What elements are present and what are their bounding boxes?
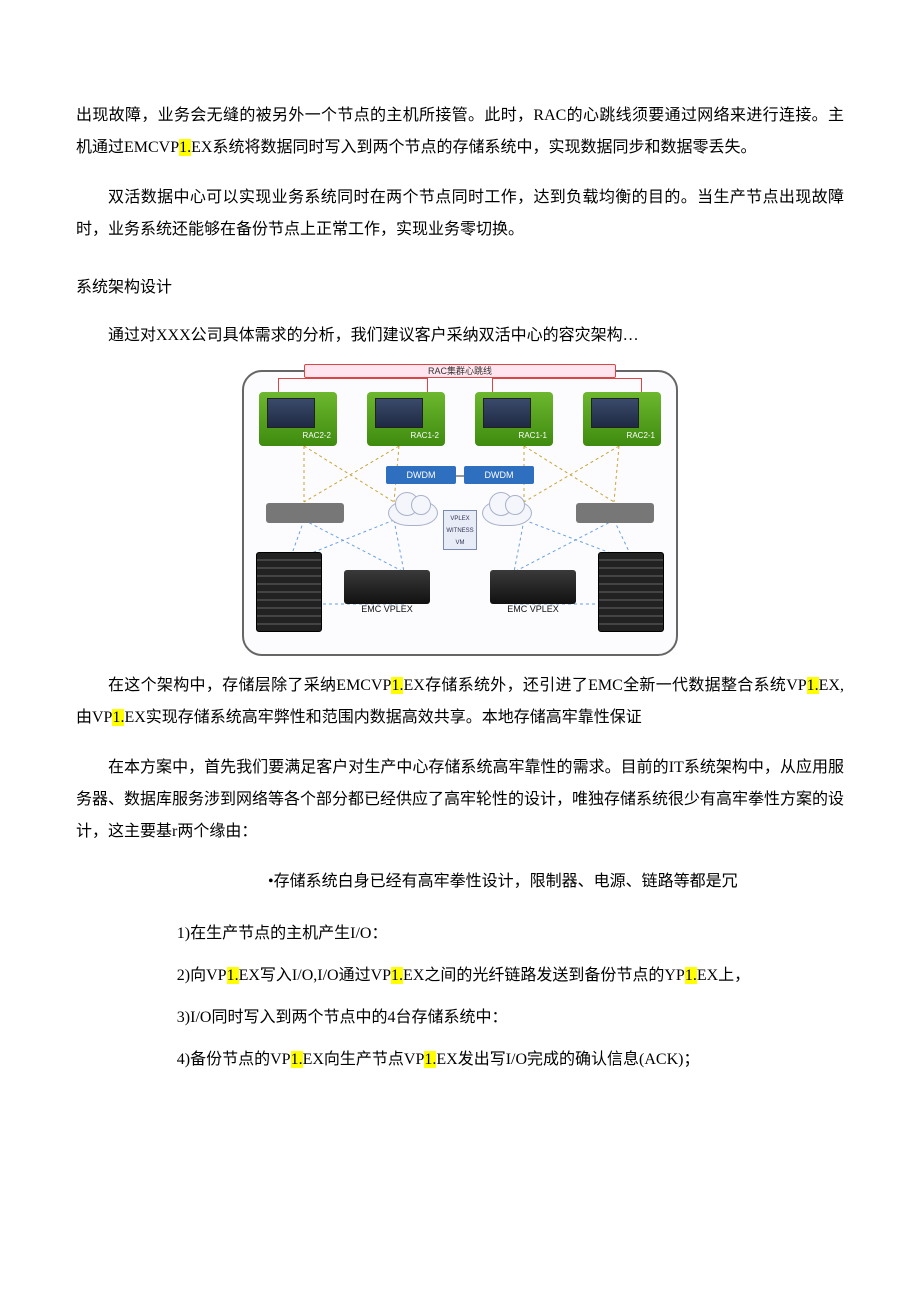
text: EX之间的光纤链路发送到备份节点的YP	[403, 967, 685, 984]
paragraph-4: 在这个架构中，存储层除了采纳EMCVP1.EX存储系统外，还引进了EMC全新一代…	[76, 670, 844, 734]
section-heading: 系统架构设计	[76, 272, 844, 304]
cloud-icon	[482, 500, 532, 526]
text: 4)备份节点的VP	[177, 1051, 291, 1068]
highlight: 1.	[391, 677, 403, 694]
text: 在这个架构中，存储层除了采纳EMCVP	[108, 677, 391, 694]
text: EX上，	[697, 967, 750, 984]
highlight: 1.	[391, 967, 403, 984]
highlight: 1.	[112, 709, 124, 726]
storage-array	[256, 552, 322, 632]
highlight: 1.	[291, 1051, 303, 1068]
rac-node: RAC1-2	[367, 392, 445, 446]
rac-label: RAC2-1	[627, 428, 655, 444]
highlight: 1.	[179, 139, 191, 156]
paragraph-5: 在本方案中，首先我们要满足客户对生产中心存储系统高牢靠性的需求。目前的IT系统架…	[76, 752, 844, 848]
list-item-3: 3)I/O同时写入到两个节点中的4台存储系统中：	[177, 1002, 844, 1034]
text: 1)在生产节点的主机产生I/O：	[177, 925, 388, 942]
rac-node: RAC2-1	[583, 392, 661, 446]
rac-heartbeat-label: RAC集群心跳线	[304, 364, 616, 378]
rac-label: RAC1-2	[411, 428, 439, 444]
paragraph-1: 出现故障，业务会无缝的被另外一个节点的主机所接管。此时，RAC的心跳线须要通过网…	[76, 100, 844, 164]
dwdm-box: DWDM	[386, 466, 456, 484]
text: 3)I/O同时写入到两个节点中的4台存储系统中：	[177, 1009, 508, 1026]
text: EX存储系统外，还引进了EMC全新一代数据整合系统VP	[403, 677, 806, 694]
vplex-label: EMC VPLEX	[344, 600, 430, 618]
switch	[266, 503, 344, 523]
text: 通过对XXX公司具体需求的分析，我们建议客户采纳双活中心的容灾架构…	[108, 327, 639, 344]
rac-label: RAC1-1	[519, 428, 547, 444]
text: EX写入I/O,I/O通过VP	[239, 967, 391, 984]
architecture-diagram-wrap: RAC集群心跳线 RAC2-2 RAC1-2	[76, 370, 844, 656]
rac-node: RAC1-1	[475, 392, 553, 446]
cloud-icon	[388, 500, 438, 526]
text: EX发出写I/O完成的确认信息(ACK)；	[436, 1051, 699, 1068]
highlight: 1.	[424, 1051, 436, 1068]
dwdm-row: DWDM DWDM	[244, 466, 676, 484]
text: EX向生产节点VP	[303, 1051, 425, 1068]
text: 双活数据中心可以实现业务系统同时在两个节点同时工作，达到负载均衡的目的。当生产节…	[76, 189, 844, 238]
vplex-box: EMC VPLEX	[490, 570, 576, 604]
paragraph-2: 双活数据中心可以实现业务系统同时在两个节点同时工作，达到负载均衡的目的。当生产节…	[76, 182, 844, 246]
text: EX系统将数据同时写入到两个节点的存储系统中，实现数据同步和数据零丢失。	[191, 139, 756, 156]
highlight: 1.	[807, 677, 819, 694]
list-item-1: 1)在生产节点的主机产生I/O：	[177, 918, 844, 950]
vplex-label: EMC VPLEX	[490, 600, 576, 618]
bullet-item: •存储系统白身已经有高牢拳性设计，限制器、电源、链路等都是冗	[76, 866, 844, 898]
dwdm-box: DWDM	[464, 466, 534, 484]
heading-text: 系统架构设计	[76, 279, 172, 296]
rac-row: RAC2-2 RAC1-2 RAC1-1 RAC2-1	[244, 392, 676, 446]
switch	[576, 503, 654, 523]
text: 2)向VP	[177, 967, 227, 984]
vplex-box: EMC VPLEX	[344, 570, 430, 604]
rac-label: RAC2-2	[303, 428, 331, 444]
text: EX实现存储系统高牢弊性和范围内数据高效共享。本地存储高牢靠性保证	[124, 709, 641, 726]
list-item-4: 4)备份节点的VP1.EX向生产节点VP1.EX发出写I/O完成的确认信息(AC…	[177, 1044, 844, 1076]
rac-node: RAC2-2	[259, 392, 337, 446]
text: 在本方案中，首先我们要满足客户对生产中心存储系统高牢靠性的需求。目前的IT系统架…	[76, 759, 844, 840]
vplex-witness: VPLEX WITNESS VM	[443, 510, 477, 550]
paragraph-3: 通过对XXX公司具体需求的分析，我们建议客户采纳双活中心的容灾架构…	[76, 320, 844, 352]
text: •存储系统白身已经有高牢拳性设计，限制器、电源、链路等都是冗	[268, 873, 738, 890]
storage-array	[598, 552, 664, 632]
highlight: 1.	[685, 967, 697, 984]
highlight: 1.	[227, 967, 239, 984]
list-item-2: 2)向VP1.EX写入I/O,I/O通过VP1.EX之间的光纤链路发送到备份节点…	[177, 960, 844, 992]
architecture-diagram: RAC集群心跳线 RAC2-2 RAC1-2	[242, 370, 678, 656]
